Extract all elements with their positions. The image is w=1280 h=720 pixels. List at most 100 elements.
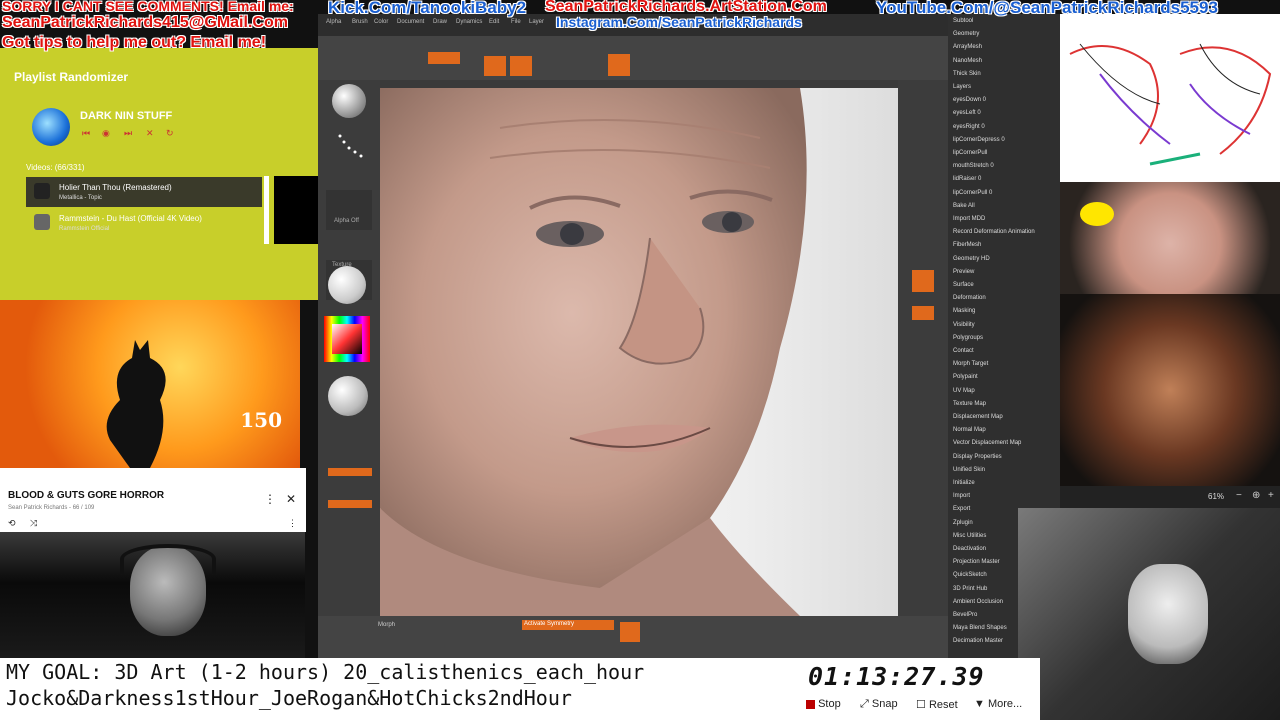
palette-item[interactable]: mouthStretch 0 <box>953 163 994 169</box>
playlist-title: Playlist Randomizer <box>14 70 129 84</box>
palette-item[interactable]: eyesRight 0 <box>953 124 985 130</box>
stroke-thumbnail[interactable] <box>336 132 364 160</box>
zoom-in-icon[interactable]: ⊕ <box>1252 490 1260 501</box>
list-item[interactable]: Rammstein - Du Hast (Official 4K Video) … <box>26 208 262 238</box>
palette-item[interactable]: QuickSketch <box>953 572 987 578</box>
zadd-toggle[interactable] <box>328 500 372 508</box>
menu-draw[interactable]: Draw <box>433 19 447 25</box>
zoom-in-icon-2[interactable]: + <box>1268 490 1274 501</box>
draw-button[interactable] <box>484 56 506 76</box>
palette-item[interactable]: Thick Skin <box>953 71 981 77</box>
palette-item[interactable]: Texture Map <box>953 401 986 407</box>
palette-item[interactable]: lipCornerDepress 0 <box>953 137 1005 143</box>
snap-button[interactable]: ⤢ Snap <box>860 698 898 711</box>
palette-item[interactable]: FiberMesh <box>953 242 981 248</box>
palette-item[interactable]: Export <box>953 506 970 512</box>
menu-edit[interactable]: Edit <box>489 19 499 25</box>
palette-item[interactable]: Record Deformation Animation <box>953 229 1035 235</box>
menu-color[interactable]: Color <box>374 19 388 25</box>
palette-item[interactable]: Polypaint <box>953 374 978 380</box>
palette-item[interactable]: Surface <box>953 282 974 288</box>
palette-item[interactable]: Vector Displacement Map <box>953 440 1021 446</box>
snap-label: Snap <box>871 698 898 710</box>
menu-document[interactable]: Document <box>397 19 424 25</box>
menu-file[interactable]: File <box>511 19 521 25</box>
alpha-thumbnail[interactable]: Alpha Off <box>326 190 372 230</box>
more-button[interactable]: ▼ More... <box>974 698 1022 710</box>
palette-item[interactable]: lipCornerPull <box>953 150 987 156</box>
color-picker[interactable] <box>324 316 370 362</box>
palette-item[interactable]: Polygroups <box>953 335 983 341</box>
activate-symmetry-button[interactable]: Activate Symmetry <box>522 620 614 630</box>
menu-layer[interactable]: Layer <box>529 19 544 25</box>
palette-item[interactable]: Decimation Master <box>953 638 1003 644</box>
brush-thumbnail[interactable] <box>332 84 366 118</box>
palette-item[interactable]: ArrayMesh <box>953 44 982 50</box>
menu-dynamics[interactable]: Dynamics <box>456 19 482 25</box>
palette-item[interactable]: Projection Master <box>953 559 1000 565</box>
palette-item[interactable]: Ambient Occlusion <box>953 599 1003 605</box>
playlist-scrollbar[interactable] <box>264 176 269 244</box>
move-button[interactable] <box>510 56 532 76</box>
mrgb-toggle[interactable] <box>328 468 372 476</box>
palette-item[interactable]: lidRaiser 0 <box>953 176 981 182</box>
palette-item[interactable]: Subtool <box>953 18 973 24</box>
palette-item[interactable]: Display Properties <box>953 454 1002 460</box>
shuffle-icon[interactable]: ⤨ <box>30 518 37 529</box>
palette-item[interactable]: Zplugin <box>953 520 973 526</box>
stop-button[interactable]: Stop <box>806 698 841 710</box>
prev-icon[interactable]: ⏮ <box>82 128 90 139</box>
morph-label: Morph <box>378 622 396 628</box>
palette-item[interactable]: Geometry <box>953 31 979 37</box>
menu-alpha[interactable]: Alpha <box>326 19 341 25</box>
play-icon[interactable]: ◉ <box>102 128 110 139</box>
loop-icon[interactable]: ⟲ <box>8 518 16 529</box>
polyf-button[interactable] <box>912 306 934 320</box>
zoom-out-icon[interactable]: − <box>1236 490 1242 501</box>
palette-item[interactable]: UV Map <box>953 388 975 394</box>
palette-item[interactable]: Deformation <box>953 295 986 301</box>
skull-face <box>1128 564 1208 664</box>
palette-item[interactable]: lipCornerPull 0 <box>953 190 992 196</box>
palette-item[interactable]: Bake All <box>953 203 975 209</box>
palette-item[interactable]: BevelPro <box>953 612 977 618</box>
next-icon[interactable]: ⏭ <box>124 128 132 139</box>
palette-item[interactable]: Initialize <box>953 480 975 486</box>
webcam-feed <box>0 532 305 658</box>
more-vert-icon[interactable]: ⋮ <box>288 518 297 529</box>
palette-item[interactable]: NanoMesh <box>953 58 982 64</box>
palette-item[interactable]: Unified Skin <box>953 467 985 473</box>
matcap-thumbnail[interactable] <box>328 376 368 416</box>
palette-item[interactable]: Normal Map <box>953 427 986 433</box>
palette-item[interactable]: Geometry HD <box>953 256 990 262</box>
palette-item[interactable]: Preview <box>953 269 974 275</box>
color-square[interactable] <box>332 324 362 354</box>
zadd-button[interactable] <box>428 52 460 64</box>
repeat-icon[interactable]: ↻ <box>166 128 174 139</box>
palette-item[interactable]: eyesLeft 0 <box>953 110 981 116</box>
palette-item[interactable]: Contact <box>953 348 974 354</box>
palette-item[interactable]: Deactivation <box>953 546 986 552</box>
palette-item[interactable]: Import MDD <box>953 216 985 222</box>
list-item[interactable]: Holier Than Thou (Remastered) Metallica … <box>26 177 262 207</box>
sym-x-button[interactable] <box>620 622 640 642</box>
palette-item[interactable]: Maya Blend Shapes <box>953 625 1007 631</box>
palette-item[interactable]: Morph Target <box>953 361 988 367</box>
menu-brush[interactable]: Brush <box>352 19 368 25</box>
palette-item[interactable]: Masking <box>953 308 975 314</box>
close-icon[interactable]: ✕ <box>286 492 296 506</box>
material-thumbnail[interactable] <box>328 266 366 304</box>
more-vert-icon[interactable]: ⋮ <box>264 492 276 506</box>
persp-button[interactable] <box>608 54 630 76</box>
reset-button[interactable]: ☐ Reset <box>916 698 958 711</box>
palette-item[interactable]: Import <box>953 493 970 499</box>
palette-item[interactable]: Visibility <box>953 322 975 328</box>
palette-item[interactable]: Misc Utilities <box>953 533 986 539</box>
palette-item[interactable]: eyesDown 0 <box>953 97 986 103</box>
sculpt-canvas[interactable] <box>380 88 898 616</box>
frame-button[interactable] <box>912 270 934 292</box>
shuffle-icon[interactable]: ✕ <box>146 128 154 139</box>
palette-item[interactable]: Layers <box>953 84 971 90</box>
palette-item[interactable]: Displacement Map <box>953 414 1003 420</box>
palette-item[interactable]: 3D Print Hub <box>953 586 987 592</box>
